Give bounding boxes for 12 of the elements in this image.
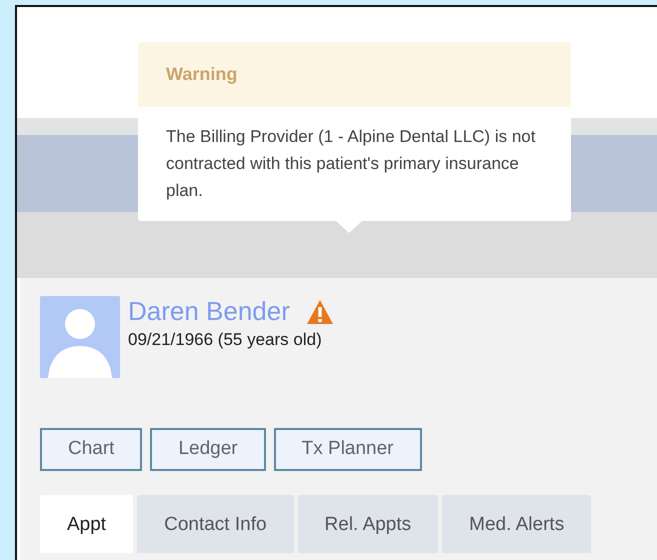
birth-date: 09/21/1966 (55 years old) <box>128 329 323 352</box>
tab[interactable]: Rel. Appts <box>298 494 438 553</box>
tooltip-title: Warning <box>138 42 571 107</box>
tooltip-message: The Billing Provider (1 - Alpine Dental LLC) is not contracted with this patient's primary insurance plan. <box>165 126 536 202</box>
tab[interactable]: Appt <box>40 494 134 553</box>
nav-button[interactable]: Ledger <box>150 428 266 470</box>
nav-button[interactable]: Tx Planner <box>274 428 422 470</box>
tab[interactable]: Med. Alerts <box>442 494 592 553</box>
warning-icon[interactable] <box>306 298 334 325</box>
nav-button[interactable]: Chart <box>40 428 142 470</box>
avatar-icon <box>40 296 120 378</box>
tab[interactable]: Contact Info <box>137 494 294 553</box>
